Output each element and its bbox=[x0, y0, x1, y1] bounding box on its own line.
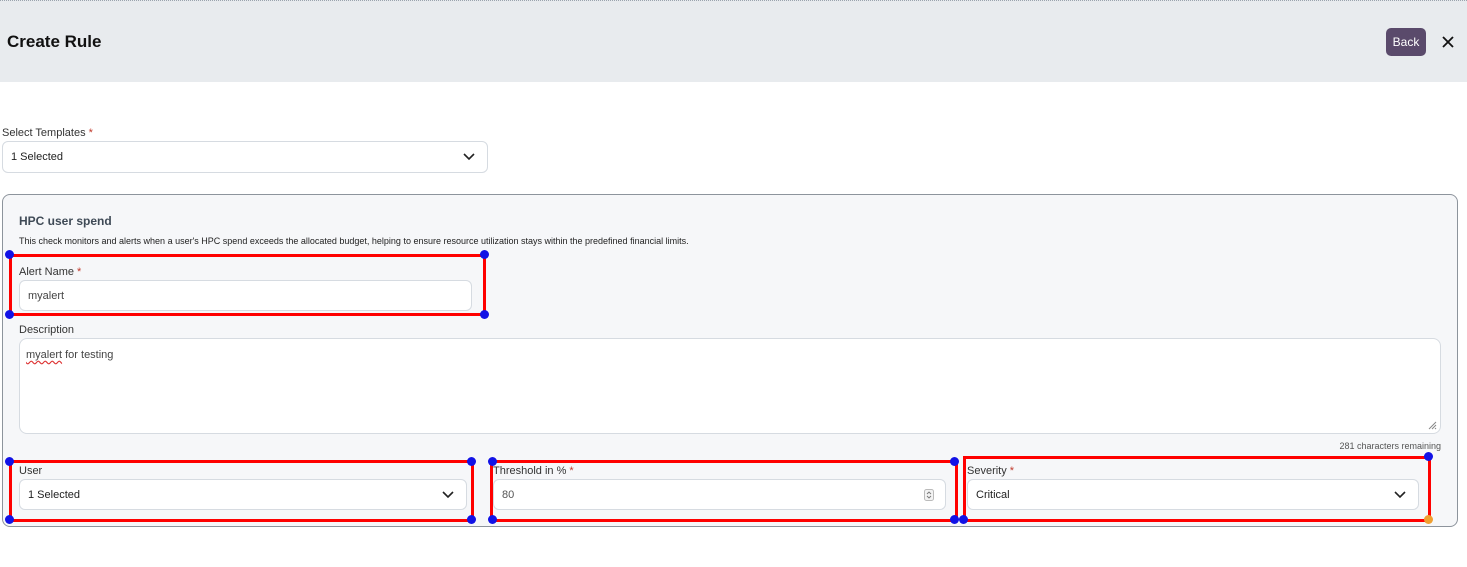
severity-label-text: Severity bbox=[967, 465, 1007, 477]
spinner-arrows-icon[interactable] bbox=[924, 489, 934, 501]
alert-name-value: myalert bbox=[28, 289, 65, 302]
severity-select[interactable]: Critical bbox=[967, 479, 1419, 510]
templates-label-text: Select Templates bbox=[2, 127, 86, 139]
page-title: Create Rule bbox=[7, 32, 102, 51]
user-select-value: 1 Selected bbox=[28, 488, 80, 501]
characters-remaining: 281 characters remaining bbox=[1339, 441, 1441, 451]
user-label: User bbox=[19, 465, 43, 477]
description-value: for testing bbox=[62, 349, 114, 361]
description-label: Description bbox=[19, 324, 75, 336]
user-select[interactable]: 1 Selected bbox=[19, 479, 467, 510]
required-mark: * bbox=[77, 266, 82, 278]
templates-select-value: 1 Selected bbox=[11, 151, 63, 163]
close-icon[interactable] bbox=[1440, 32, 1456, 52]
required-mark: * bbox=[569, 465, 574, 477]
alert-name-label: Alert Name * bbox=[19, 266, 81, 278]
modal-header: Create Rule Back bbox=[0, 0, 1467, 82]
templates-label: Select Templates * bbox=[2, 127, 93, 139]
description-textarea[interactable]: myalert for testing bbox=[19, 338, 1441, 434]
resize-grip-icon[interactable] bbox=[1428, 421, 1437, 430]
card-description: This check monitors and alerts when a us… bbox=[19, 236, 689, 246]
card-title: HPC user spend bbox=[19, 214, 112, 228]
threshold-label-text: Threshold in % bbox=[493, 465, 567, 477]
chevron-down-icon bbox=[1394, 490, 1406, 498]
alert-name-input[interactable]: myalert bbox=[19, 280, 472, 311]
severity-label: Severity * bbox=[967, 465, 1014, 477]
description-misspelled-word: myalert bbox=[26, 349, 63, 361]
required-mark: * bbox=[1009, 465, 1015, 477]
required-mark: * bbox=[88, 127, 93, 139]
threshold-label: Threshold in % * bbox=[493, 465, 574, 477]
chevron-down-icon bbox=[463, 153, 475, 161]
threshold-value: 80 bbox=[502, 488, 515, 501]
templates-select[interactable]: 1 Selected bbox=[2, 141, 488, 173]
back-button[interactable]: Back bbox=[1386, 28, 1426, 56]
chevron-down-icon bbox=[442, 490, 454, 498]
threshold-input[interactable]: 80 bbox=[493, 479, 946, 510]
severity-select-value: Critical bbox=[976, 488, 1010, 501]
alert-name-label-text: Alert Name bbox=[19, 266, 75, 278]
